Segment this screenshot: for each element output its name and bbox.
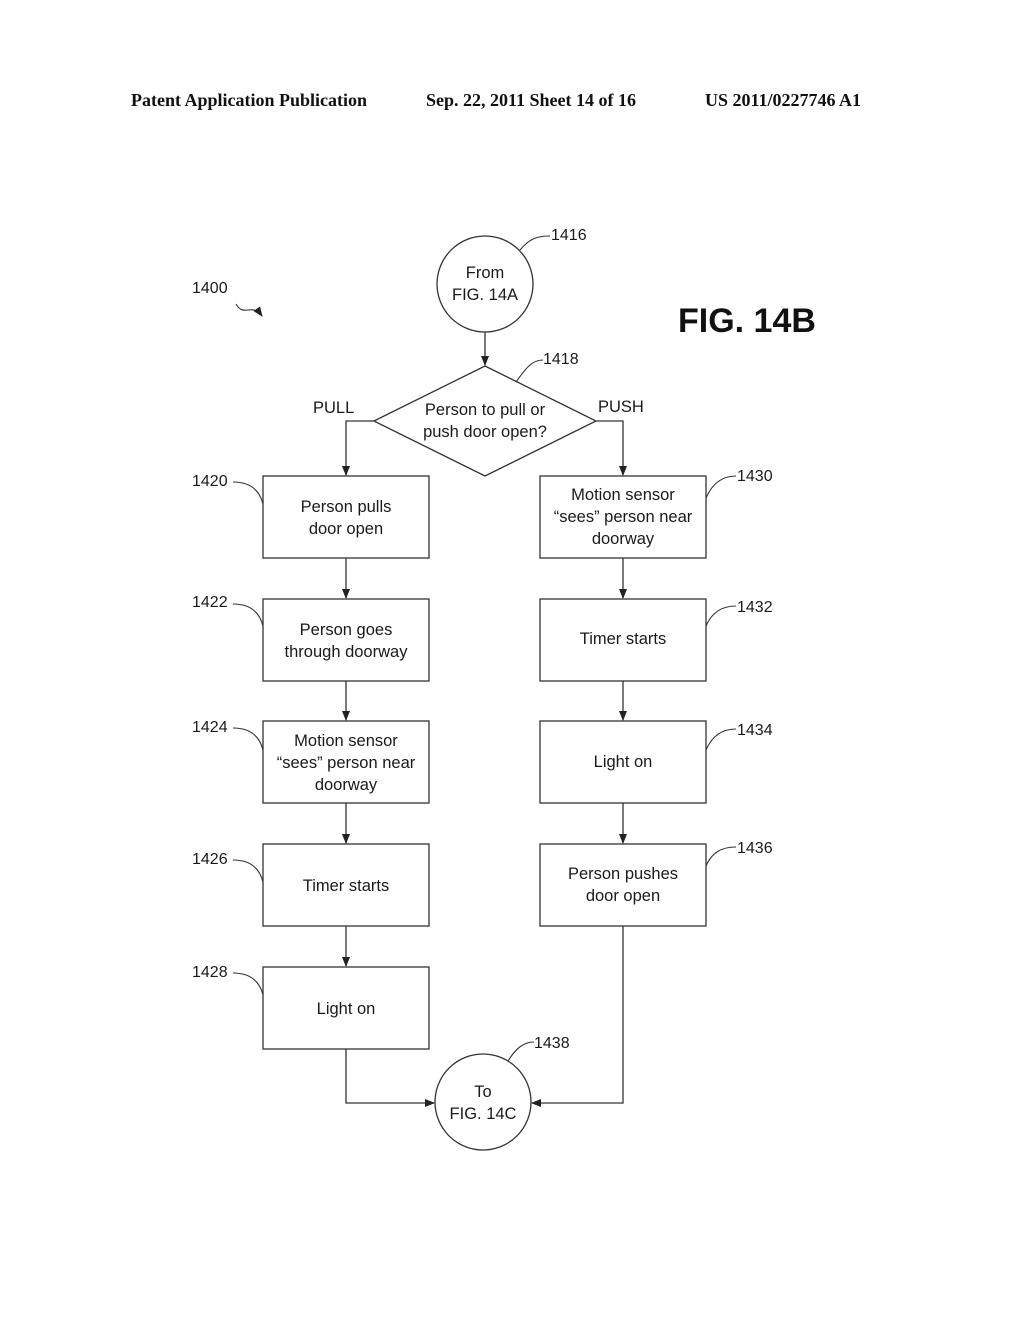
start-line-1: From [466,264,505,282]
step-1426-line-1: Timer starts [303,877,389,895]
step-1436-line-2: door open [586,887,660,905]
end-line-1: To [474,1083,491,1101]
figure-ref: 1400 [192,280,228,297]
decision-line-2: push door open? [423,423,547,441]
branch-label-push: PUSH [598,398,644,416]
end-line-2: FIG. 14C [450,1105,517,1123]
ref-1438: 1438 [534,1035,570,1052]
step-1430-line-1: Motion sensor [571,486,675,504]
step-1422-line-1: Person goes [300,621,393,639]
decision-line-1: Person to pull or [425,401,546,419]
step-1432: Timer starts [539,598,707,682]
ref-leader-1426 [232,859,264,883]
arrow-1436-to-end [531,926,624,1107]
ref-leader-1434 [705,728,737,751]
ref-leader-1432 [705,605,737,627]
ref-1424: 1424 [192,719,228,736]
step-1420-line-2: door open [309,520,383,538]
end-connector: To FIG. 14C [434,1053,532,1151]
flowchart: FIG. 14B 1400 From FIG. 14A 1416 Person … [192,227,816,1151]
arrow-decision-to-1430 [596,420,627,476]
step-1434-line-1: Light on [594,753,653,771]
ref-1420: 1420 [192,473,228,490]
step-1428: Light on [262,966,430,1050]
ref-1422: 1422 [192,594,228,611]
step-1436-line-1: Person pushes [568,865,678,883]
ref-1418: 1418 [543,351,579,368]
step-1420-line-1: Person pulls [301,498,392,516]
ref-leader-1422 [232,603,264,627]
ref-1428: 1428 [192,964,228,981]
ref-1430: 1430 [737,468,773,485]
ref-1416: 1416 [551,227,587,244]
ref-leader-1416 [519,235,551,251]
ref-1434: 1434 [737,722,773,739]
branch-label-pull: PULL [313,399,354,417]
step-1422: Person goes through doorway [262,598,430,682]
ref-leader-1438 [507,1041,535,1062]
decision-diamond: Person to pull or push door open? [372,365,598,477]
figure-ref-leader [235,303,263,317]
step-1430: Motion sensor “sees” person near doorway [539,475,707,559]
step-1432-line-1: Timer starts [580,630,666,648]
step-1424-line-2: “sees” person near [277,754,416,772]
step-1426: Timer starts [262,843,430,927]
start-line-2: FIG. 14A [452,286,518,304]
arrow-1428-to-end [345,1049,435,1107]
ref-leader-1436 [705,846,737,867]
ref-leader-1430 [705,475,737,499]
step-1434: Light on [539,720,707,804]
step-1424: Motion sensor “sees” person near doorway [262,720,430,804]
step-1422-line-2: through doorway [285,643,409,661]
start-connector: From FIG. 14A [436,235,534,333]
ref-leader-1424 [232,727,264,751]
step-1430-line-2: “sees” person near [554,508,693,526]
step-1436: Person pushes door open [539,843,707,927]
ref-1426: 1426 [192,851,228,868]
arrow-decision-to-1420 [342,420,374,476]
ref-1432: 1432 [737,599,773,616]
ref-leader-1420 [232,481,264,505]
step-1424-line-1: Motion sensor [294,732,398,750]
step-1420: Person pulls door open [262,475,430,559]
figure-label: FIG. 14B [678,302,816,340]
ref-leader-1418 [515,359,544,383]
ref-1436: 1436 [737,840,773,857]
step-1428-line-1: Light on [317,1000,376,1018]
step-1424-line-3: doorway [315,776,378,794]
step-1430-line-3: doorway [592,530,655,548]
ref-leader-1428 [232,972,264,996]
